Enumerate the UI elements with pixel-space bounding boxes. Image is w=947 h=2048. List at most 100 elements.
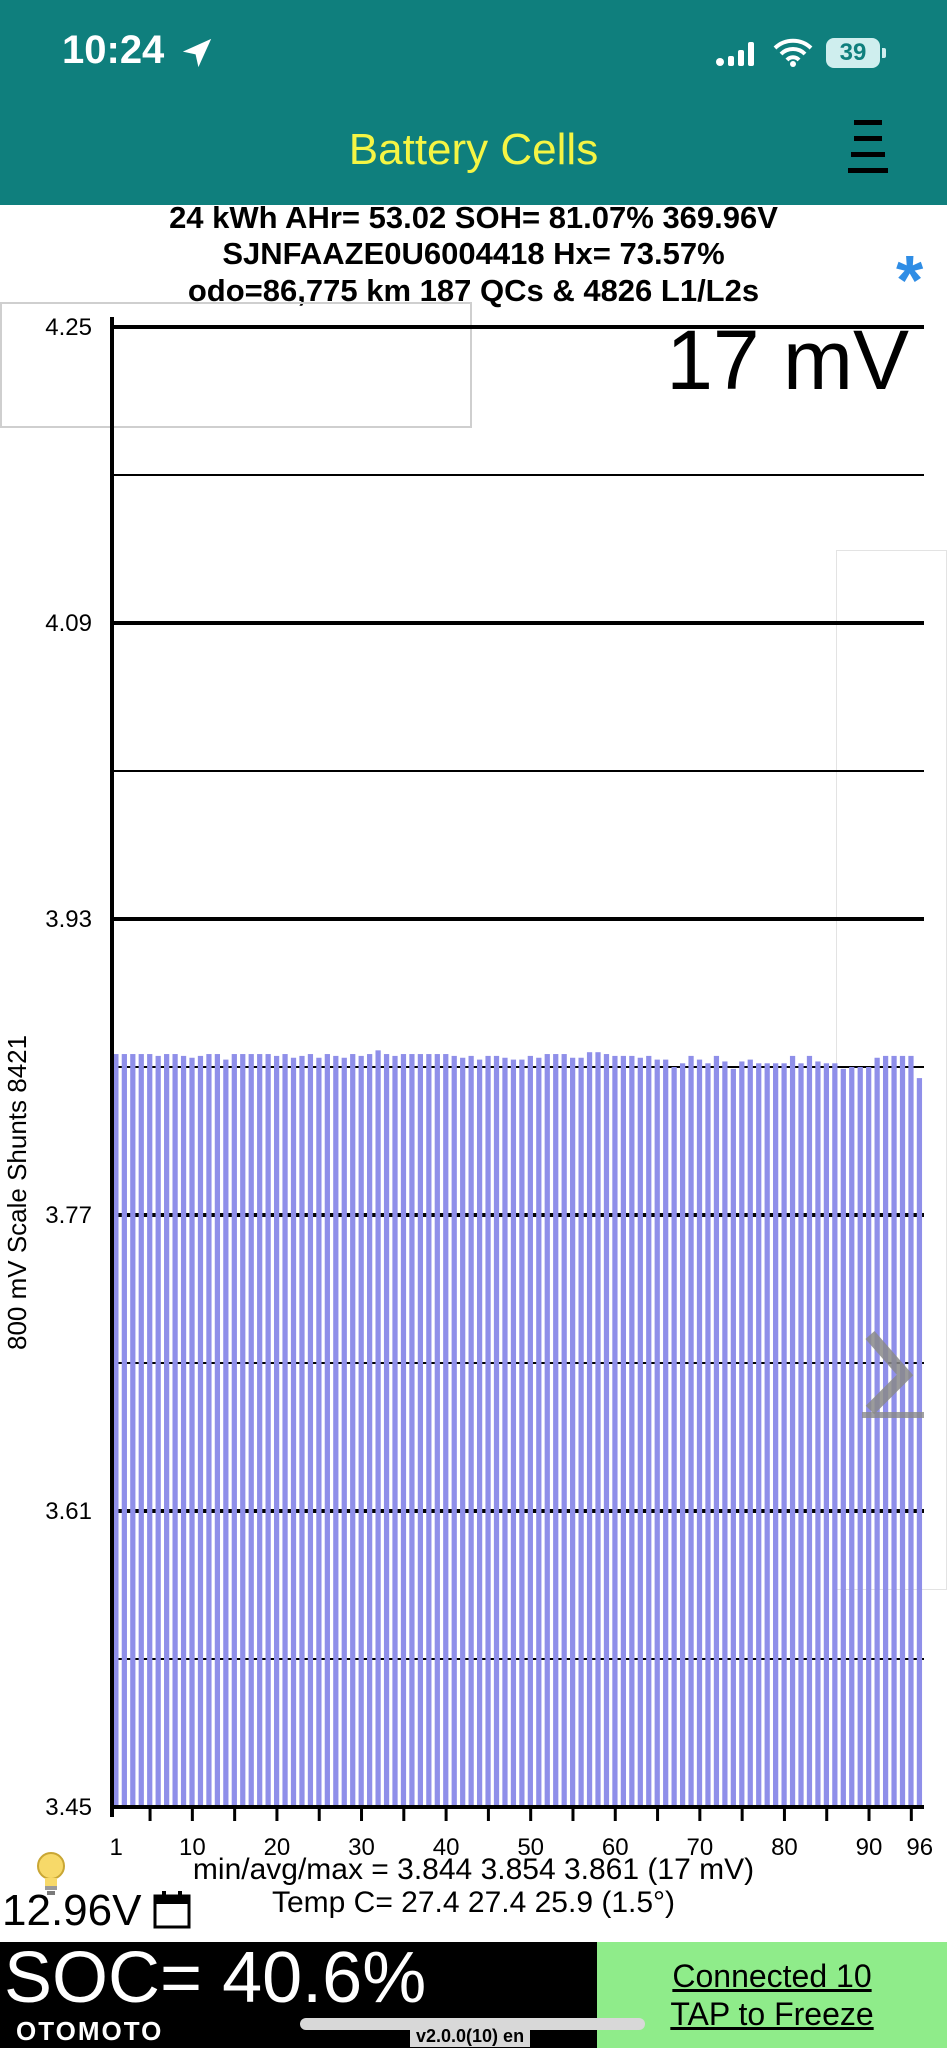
cell-bar-42 [460, 1057, 466, 1807]
cell-bar-74 [730, 1068, 736, 1807]
cell-bar-84 [815, 1061, 821, 1807]
cell-bar-30 [358, 1055, 364, 1807]
cell-voltage-chart[interactable]: 4.254.093.933.773.613.45 1 10 20 30 40 50 60 70… [0, 300, 947, 1860]
cell-bar-15 [231, 1054, 237, 1807]
calendar-icon[interactable] [152, 1890, 192, 1930]
cell-bar-33 [383, 1054, 390, 1807]
version-label: v2.0.0(10) en [410, 2026, 531, 2047]
cell-bar-75 [739, 1061, 745, 1807]
cell-bar-59 [603, 1054, 610, 1807]
connection-status-link[interactable]: Connected 10 [597, 1958, 947, 1995]
cell-bar-32 [375, 1050, 381, 1807]
cell-bar-36 [409, 1054, 415, 1807]
cell-bar-43 [468, 1055, 474, 1807]
cell-bar-29 [350, 1054, 356, 1807]
cell-bar-73 [722, 1061, 728, 1807]
cell-bar-40 [443, 1054, 449, 1807]
wifi-icon [773, 38, 813, 67]
cell-bar-91 [874, 1057, 880, 1807]
cell-bar-61 [620, 1055, 627, 1807]
cell-bar-20 [273, 1055, 280, 1807]
cell-bar-96 [916, 1078, 923, 1807]
cell-bar-76 [747, 1059, 753, 1807]
cell-bar-45 [485, 1055, 491, 1807]
brand-logo: OTOMOTO [16, 2016, 164, 2046]
cell-bar-35 [400, 1054, 407, 1807]
cell-bar-51 [536, 1057, 542, 1807]
cell-bar-4 [138, 1054, 144, 1807]
cell-bar-79 [773, 1063, 779, 1807]
menu-icon[interactable] [846, 120, 890, 178]
cell-bar-47 [502, 1057, 508, 1807]
cell-bar-82 [798, 1063, 804, 1807]
cell-bar-83 [806, 1055, 813, 1807]
cell-bar-27 [333, 1055, 339, 1807]
cell-bar-5 [147, 1054, 153, 1807]
cell-bar-8 [172, 1054, 178, 1807]
y-tick-label: 4.09 [45, 610, 92, 637]
cell-bar-22 [290, 1057, 297, 1807]
cell-bar-48 [510, 1059, 517, 1807]
cell-bar-58 [595, 1052, 601, 1807]
status-time: 10:24 [62, 28, 165, 72]
cell-bar-77 [756, 1063, 762, 1807]
cell-bar-85 [823, 1063, 830, 1807]
cell-bar-90 [866, 1067, 872, 1807]
cell-bar-46 [493, 1055, 500, 1807]
cell-bar-31 [367, 1054, 373, 1807]
cell-bar-94 [899, 1055, 906, 1807]
cell-bar-26 [324, 1054, 330, 1807]
page-title: Battery Cells [348, 125, 599, 174]
cell-bar-53 [553, 1054, 559, 1807]
cell-bar-63 [637, 1057, 643, 1807]
cell-bar-54 [561, 1054, 567, 1807]
cell-bar-89 [857, 1067, 863, 1807]
cell-bar-7 [164, 1054, 170, 1807]
location-arrow-icon [182, 38, 212, 68]
temperature-stats: Temp C= 27.4 27.4 25.9 (1.5°) [271, 1886, 676, 1919]
cell-bar-13 [214, 1054, 221, 1807]
cell-bar-17 [248, 1054, 254, 1807]
cell-bar-60 [612, 1055, 618, 1807]
y-tick-labels: 4.25 4.09 3.93 3.77 3.61 3.45 [45, 314, 92, 1821]
cell-bar-69 [688, 1055, 694, 1807]
cell-bar-78 [764, 1063, 770, 1807]
cell-bar-37 [417, 1054, 424, 1807]
cell-bar-10 [189, 1057, 195, 1807]
cell-bar-52 [544, 1054, 550, 1807]
cell-bar-72 [713, 1055, 720, 1807]
freeze-button[interactable]: TAP to Freeze [597, 1996, 947, 2033]
cell-bar-38 [426, 1054, 432, 1807]
cell-bar-93 [891, 1055, 897, 1807]
cell-bar-81 [789, 1055, 796, 1807]
cell-bar-39 [434, 1054, 440, 1807]
cell-bar-68 [679, 1063, 686, 1807]
cell-bar-88 [849, 1067, 855, 1807]
cellular-signal-icon [716, 42, 754, 66]
cell-bar-95 [908, 1055, 914, 1807]
cell-bar-12 [206, 1054, 212, 1807]
cell-bar-9 [180, 1055, 187, 1807]
cell-bar-18 [257, 1054, 263, 1807]
y-tick-label: 4.25 [45, 314, 92, 341]
cell-bar-11 [197, 1055, 204, 1807]
cell-bar-24 [307, 1054, 314, 1807]
y-tick-label: 3.61 [45, 1498, 92, 1525]
cell-bar-41 [451, 1055, 457, 1807]
cell-bar-87 [840, 1068, 846, 1807]
cell-bar-16 [240, 1054, 246, 1807]
cell-bar-70 [696, 1059, 703, 1807]
battery-summary: 24 kWh AHr= 53.02 SOH= 81.07% 369.96V [169, 200, 778, 235]
cell-bar-67 [671, 1067, 677, 1807]
cell-bar-6 [155, 1055, 161, 1807]
cell-bars [113, 1050, 923, 1807]
y-tick-label: 3.77 [45, 1202, 92, 1229]
cell-bar-21 [282, 1054, 288, 1807]
cell-bar-56 [578, 1057, 584, 1807]
cell-bar-57 [586, 1052, 593, 1807]
y-tick-label: 3.93 [45, 906, 92, 933]
cell-bar-55 [570, 1057, 576, 1807]
cell-bar-80 [781, 1063, 787, 1807]
cell-spread-readout: 17 mV [666, 313, 909, 407]
cell-bar-2 [121, 1054, 127, 1807]
